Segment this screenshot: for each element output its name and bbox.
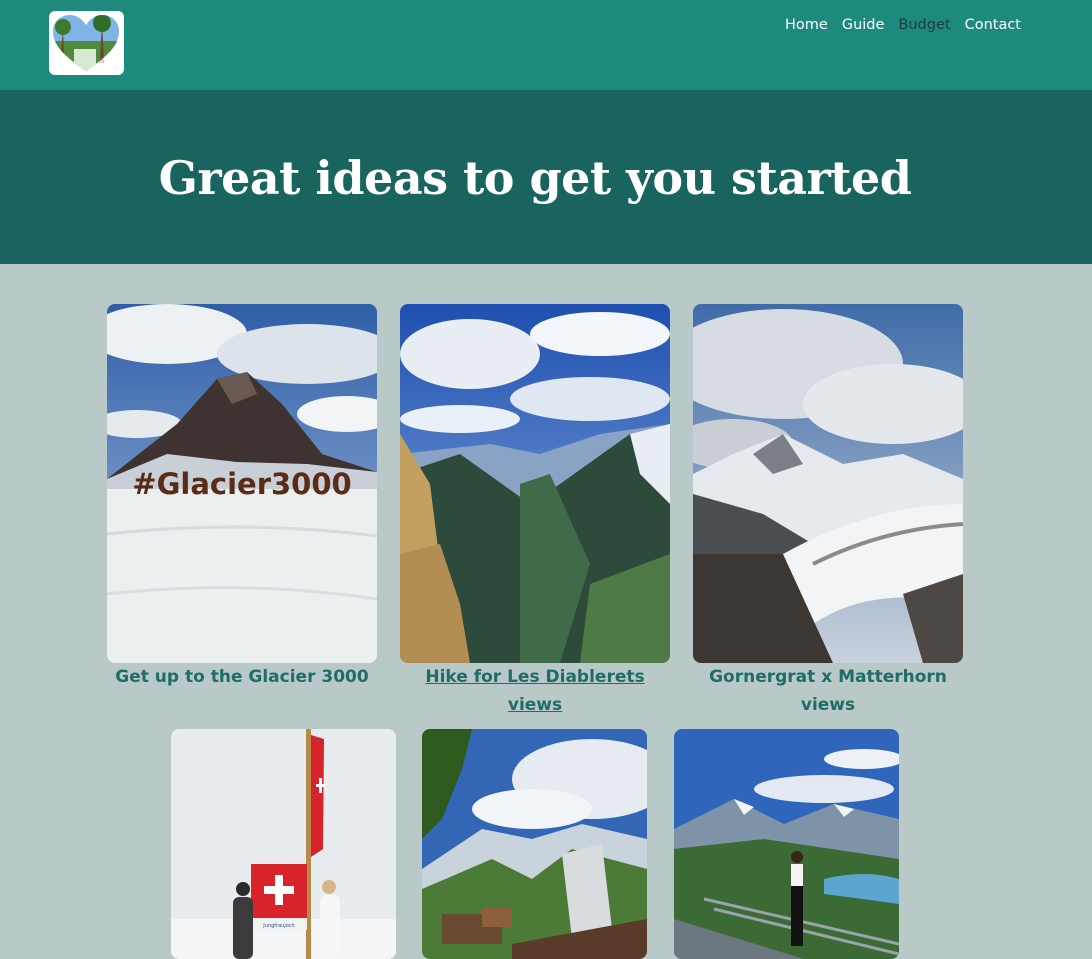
gallery-card-harder-kulm[interactable]: [674, 729, 899, 959]
jungfraujoch-sign-text: Jungfraujoch: [262, 923, 294, 929]
photo-gornergrat[interactable]: [693, 304, 963, 663]
photo-valley[interactable]: [422, 729, 647, 959]
hero-title: Great ideas to get you started: [158, 151, 912, 205]
caption-gornergrat: Gornergrat x Matterhorn views: [709, 667, 947, 715]
gallery-card-glacier3000[interactable]: #Glacier3000 Get up to the Glacier 3000: [107, 304, 377, 704]
photo-jungfraujoch[interactable]: Jungfraujoch: [171, 729, 396, 959]
nav-contact[interactable]: Contact: [965, 17, 1021, 33]
photo-glacier3000[interactable]: #Glacier3000: [107, 304, 377, 663]
photo-harder-kulm[interactable]: [674, 729, 899, 959]
gallery-card-jungfraujoch[interactable]: Jungfraujoch: [171, 729, 396, 959]
gallery-card-les-diablerets[interactable]: Hike for Les Diablerets views: [400, 304, 670, 715]
svg-text:in: in: [99, 58, 105, 65]
hero-banner: Great ideas to get you started: [0, 90, 1092, 264]
caption-les-diablerets-link[interactable]: Hike for Les Diablerets views: [400, 663, 670, 719]
nav-home[interactable]: Home: [785, 17, 828, 33]
caption-glacier3000: Get up to the Glacier 3000: [115, 667, 369, 687]
nav-guide[interactable]: Guide: [842, 17, 885, 33]
gallery-card-gornergrat[interactable]: Gornergrat x Matterhorn views: [693, 304, 963, 724]
main-nav: Home Guide Budget Contact: [785, 17, 1021, 33]
photo-les-diablerets[interactable]: [400, 304, 670, 663]
nav-budget[interactable]: Budget: [898, 17, 950, 33]
site-logo[interactable]: in: [49, 11, 124, 75]
gallery-card-valley[interactable]: [422, 729, 647, 959]
top-navigation-bar: in Home Guide Budget Contact: [0, 0, 1092, 90]
glacier3000-sign-text: #Glacier3000: [132, 467, 351, 501]
